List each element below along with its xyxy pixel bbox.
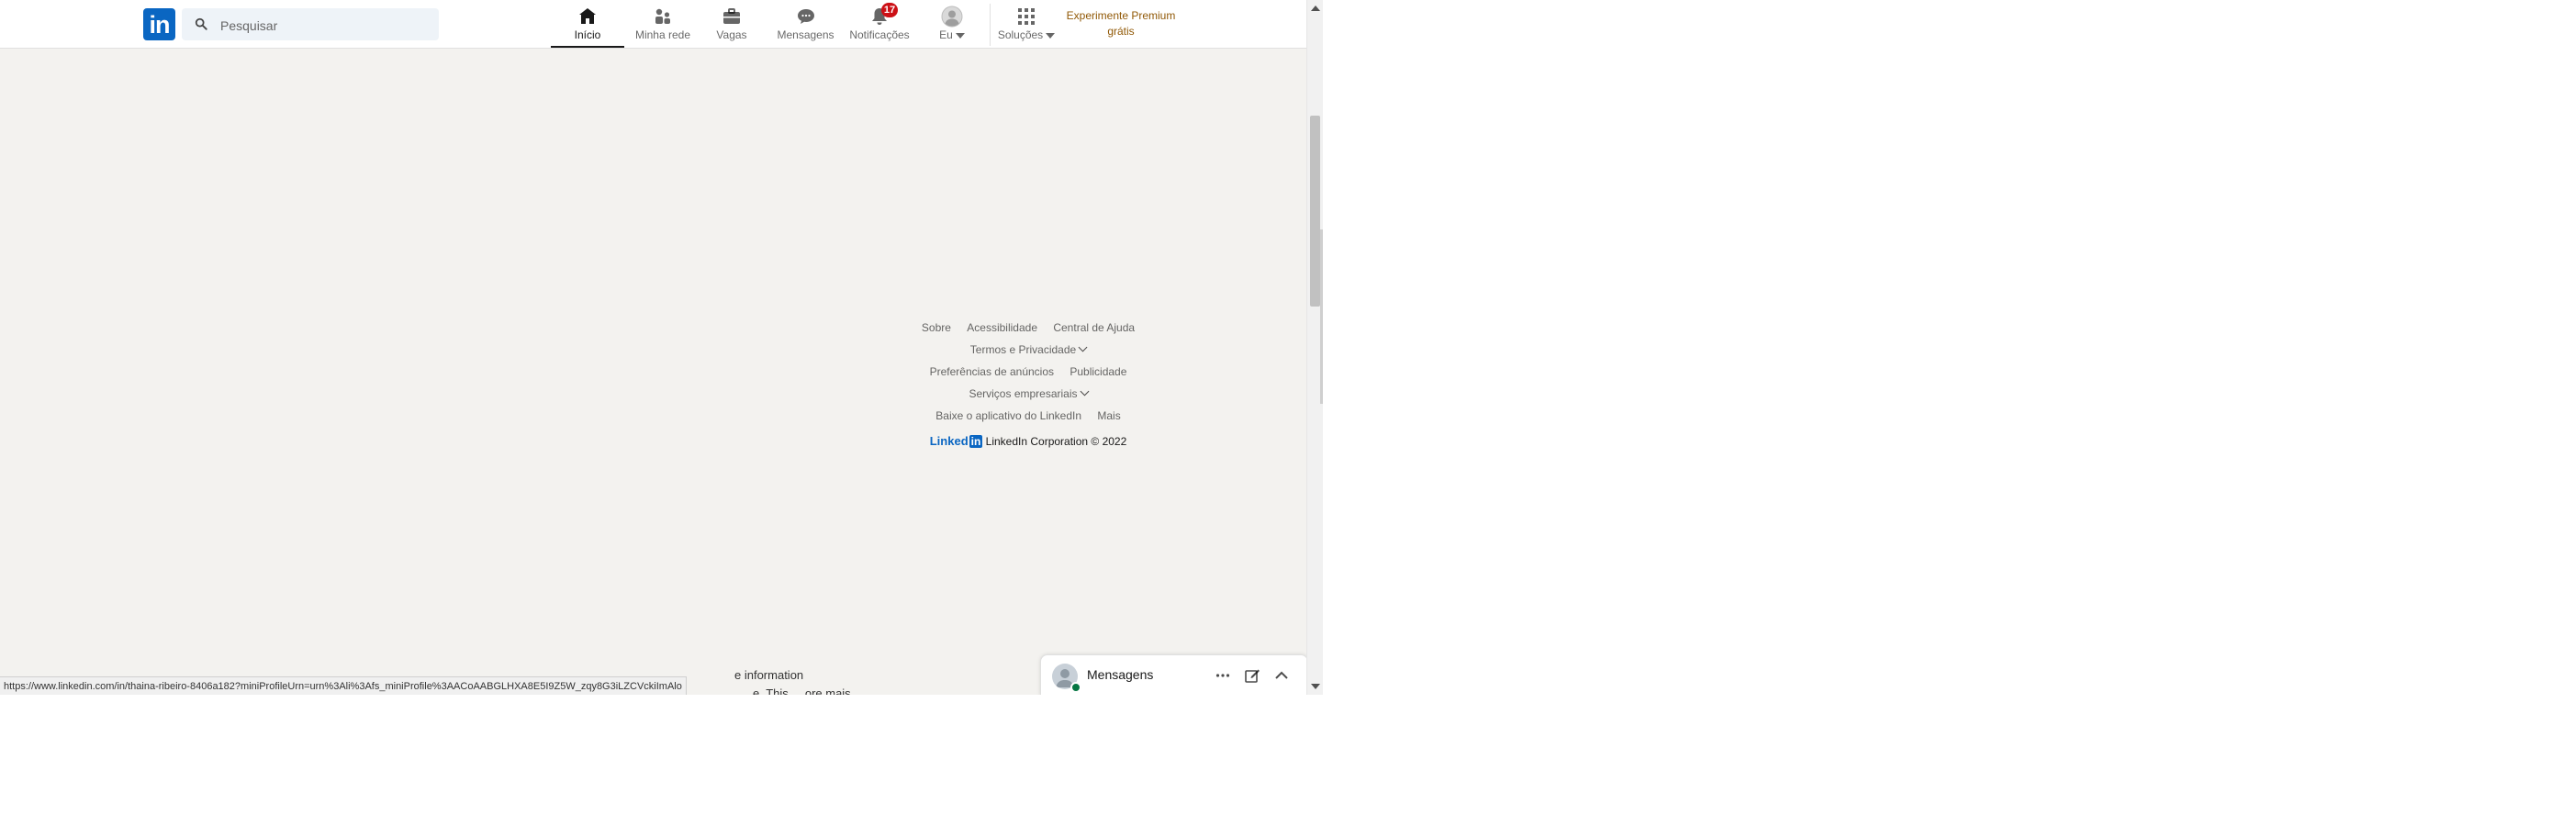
chevron-down-icon [1078, 342, 1088, 352]
caret-down-icon [955, 32, 965, 39]
nav-item-messaging[interactable]: Mensagens [771, 0, 840, 48]
nav-item-my-network-label: Minha rede [634, 28, 691, 41]
caret-down-icon [1046, 32, 1056, 39]
search-box[interactable] [182, 8, 439, 42]
nav-item-messaging-label: Mensagens [777, 28, 834, 41]
nav-item-solutions-label: Soluções [997, 28, 1044, 41]
chevron-up-icon[interactable] [1272, 666, 1291, 685]
footer-link-about[interactable]: Sobre [922, 321, 951, 334]
nav-item-me-label: Eu [939, 28, 953, 41]
nav-item-notifications-label: Notificações [849, 28, 910, 41]
messaging-title[interactable]: Mensagens [1087, 667, 1153, 682]
footer-link-advertising[interactable]: Publicidade [1070, 365, 1126, 378]
chevron-down-icon [1080, 386, 1089, 396]
premium-line-2: grátis [1107, 25, 1135, 38]
scrollbar-thumb[interactable] [1310, 116, 1320, 307]
my-network-icon [655, 8, 670, 24]
more-options-icon[interactable] [1214, 666, 1232, 685]
footer-link-get-app[interactable]: Baixe o aplicativo do LinkedIn [935, 409, 1081, 422]
page-viewport: in Início Minha rede [0, 0, 1306, 695]
global-nav: in Início Minha rede [0, 0, 1306, 49]
premium-line-1: Experimente Premium [1066, 9, 1176, 22]
nav-divider [990, 4, 991, 46]
linkedin-wordmark-logo: Linked in [930, 432, 983, 451]
logo-in: in [969, 435, 983, 448]
footer-link-more[interactable]: Mais [1097, 409, 1120, 422]
footer-copyright: Linked in LinkedIn Corporation © 2022 [909, 432, 1148, 451]
vertical-scrollbar[interactable] [1306, 0, 1323, 695]
copyright-text: LinkedIn Corporation © 2022 [985, 435, 1127, 448]
nav-item-my-network[interactable]: Minha rede [626, 0, 700, 48]
linkedin-logo[interactable]: in [143, 8, 175, 40]
scrollbar-track-mark [1320, 229, 1323, 404]
messaging-icon [797, 9, 814, 24]
logo-text: Linked [929, 434, 969, 448]
footer-link-business-services[interactable]: Serviços empresariais [969, 386, 1089, 400]
partial-text: e information [734, 668, 804, 682]
nav-item-home-label: Início [574, 28, 601, 41]
nav-item-jobs[interactable]: Vagas [704, 0, 759, 48]
search-input[interactable] [218, 8, 433, 42]
footer-link-accessibility[interactable]: Acessibilidade [967, 321, 1037, 334]
footer-row: Sobre Acessibilidade Central de Ajuda [909, 317, 1148, 339]
footer-terms-label: Termos e Privacidade [969, 343, 1077, 356]
search-icon [195, 17, 207, 30]
footer-link-terms[interactable]: Termos e Privacidade [969, 342, 1088, 356]
footer-row: Preferências de anúncios Publicidade [909, 361, 1148, 383]
online-status-dot [1070, 682, 1081, 693]
scroll-down-arrow-icon[interactable] [1311, 684, 1320, 689]
footer-business-label: Serviços empresariais [969, 387, 1078, 400]
grid-icon [1018, 8, 1035, 25]
avatar [941, 6, 963, 28]
nav-item-home[interactable]: Início [551, 0, 624, 48]
messaging-overlay[interactable]: Mensagens [1040, 654, 1306, 695]
nav-item-solutions[interactable]: Soluções [996, 0, 1057, 48]
premium-link[interactable]: Experimente Premium grátis [1065, 8, 1177, 39]
status-bar-url: https://www.linkedin.com/in/thaina-ribei… [0, 676, 687, 695]
scroll-up-arrow-icon[interactable] [1311, 6, 1320, 11]
footer-row: Baixe o aplicativo do LinkedIn Mais [909, 405, 1148, 427]
partial-text: e. This ... ore mais [753, 686, 851, 695]
footer-link-ad-preferences[interactable]: Preferências de anúncios [930, 365, 1054, 378]
nav-item-me[interactable]: Eu [927, 0, 977, 48]
footer-row: Termos e Privacidade [909, 339, 1148, 361]
footer-row: Serviços empresariais [909, 383, 1148, 405]
notifications-badge: 17 [881, 3, 898, 17]
nav-item-notifications[interactable]: 17 Notificações [846, 0, 913, 48]
compose-icon[interactable] [1243, 666, 1261, 685]
footer-link-help-center[interactable]: Central de Ajuda [1053, 321, 1135, 334]
home-icon [579, 8, 596, 24]
page-footer: Sobre Acessibilidade Central de Ajuda Te… [909, 317, 1148, 451]
briefcase-icon [723, 8, 740, 24]
nav-item-jobs-label: Vagas [716, 28, 747, 41]
